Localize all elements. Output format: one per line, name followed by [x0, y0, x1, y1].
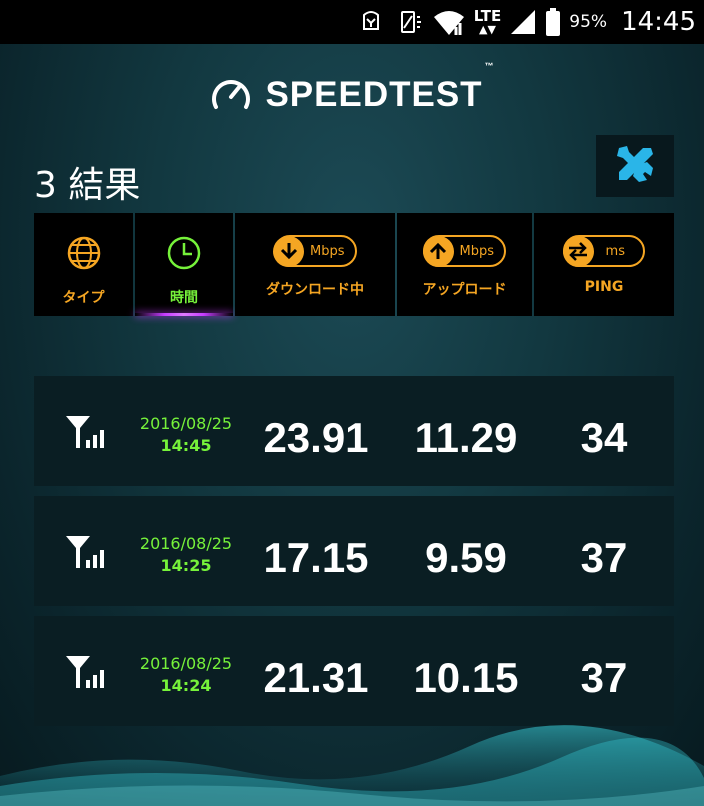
cellular-signal-icon: [509, 8, 537, 36]
clock-icon: [166, 235, 202, 275]
tab-label: アップロード: [422, 282, 507, 298]
download-value: 17.15: [263, 534, 369, 581]
battery-icon: [545, 7, 561, 37]
tools-button[interactable]: [596, 135, 674, 197]
ping-value: 34: [580, 414, 628, 461]
trademark: ™: [484, 61, 495, 71]
column-tabs: タイプ 時間 Mbps ダウンロード中 Mbps アップロード ms PING: [34, 213, 674, 316]
ping-unit-pill: ms: [562, 235, 645, 267]
upload-value: 10.15: [413, 654, 519, 701]
result-row[interactable]: 2016/08/25 14:45 23.91 11.29 34: [34, 376, 674, 486]
tab-type[interactable]: タイプ: [34, 213, 133, 316]
upload-unit-pill: Mbps: [422, 235, 506, 267]
cellular-icon: [64, 414, 110, 454]
tab-label: PING: [584, 279, 624, 295]
result-time: 14:25: [160, 556, 212, 575]
result-time: 14:45: [160, 436, 212, 455]
upload-arrow-icon: [422, 235, 454, 267]
results-count-title: 3 結果: [34, 165, 141, 206]
download-value: 23.91: [263, 414, 369, 461]
wifi-icon: [432, 7, 466, 37]
notification-icon: [356, 7, 386, 37]
result-row[interactable]: 2016/08/25 14:24 21.31 10.15 37: [34, 616, 674, 726]
brand-name: SPEEDTEST™: [265, 61, 495, 114]
cellular-icon: [64, 654, 110, 694]
result-date: 2016/08/25: [139, 654, 233, 673]
tab-ping[interactable]: ms PING: [534, 213, 674, 316]
ping-arrows-icon: [562, 235, 594, 267]
speedtest-logo: SPEEDTEST™: [0, 61, 704, 120]
battery-percent: 95%: [569, 12, 608, 32]
upload-unit: Mbps: [459, 243, 495, 259]
ping-unit: ms: [605, 243, 625, 259]
result-date: 2016/08/25: [139, 414, 233, 433]
tab-download[interactable]: Mbps ダウンロード中: [235, 213, 395, 316]
result-date: 2016/08/25: [139, 534, 233, 553]
download-unit-pill: Mbps: [273, 235, 357, 267]
tab-label: タイプ: [62, 290, 105, 306]
lte-icon: LTE ▲▼: [473, 7, 502, 36]
tab-time[interactable]: 時間: [135, 213, 233, 316]
tab-upload[interactable]: Mbps アップロード: [397, 213, 532, 316]
download-arrow-icon: [273, 235, 304, 267]
result-time: 14:24: [160, 676, 212, 695]
upload-value: 9.59: [425, 534, 507, 581]
status-bar: LTE ▲▼ 95% 14:45: [0, 0, 704, 44]
clock-time: 14:45: [621, 7, 696, 37]
download-unit: Mbps: [310, 243, 345, 259]
ping-value: 37: [580, 534, 628, 581]
globe-icon: [66, 235, 102, 275]
vibrate-icon: [394, 7, 424, 37]
ping-value: 37: [580, 654, 628, 701]
speedometer-icon: [209, 73, 253, 117]
tools-icon: [613, 142, 657, 190]
result-row[interactable]: 2016/08/25 14:25 17.15 9.59 37: [34, 496, 674, 606]
tab-label: ダウンロード中: [266, 282, 364, 298]
data-activity-arrows-icon: ▲▼: [479, 23, 496, 36]
background-wave: [0, 725, 704, 806]
tab-label: 時間: [170, 290, 198, 306]
download-value: 21.31: [263, 654, 369, 701]
upload-value: 11.29: [414, 414, 518, 461]
cellular-icon: [64, 534, 110, 574]
